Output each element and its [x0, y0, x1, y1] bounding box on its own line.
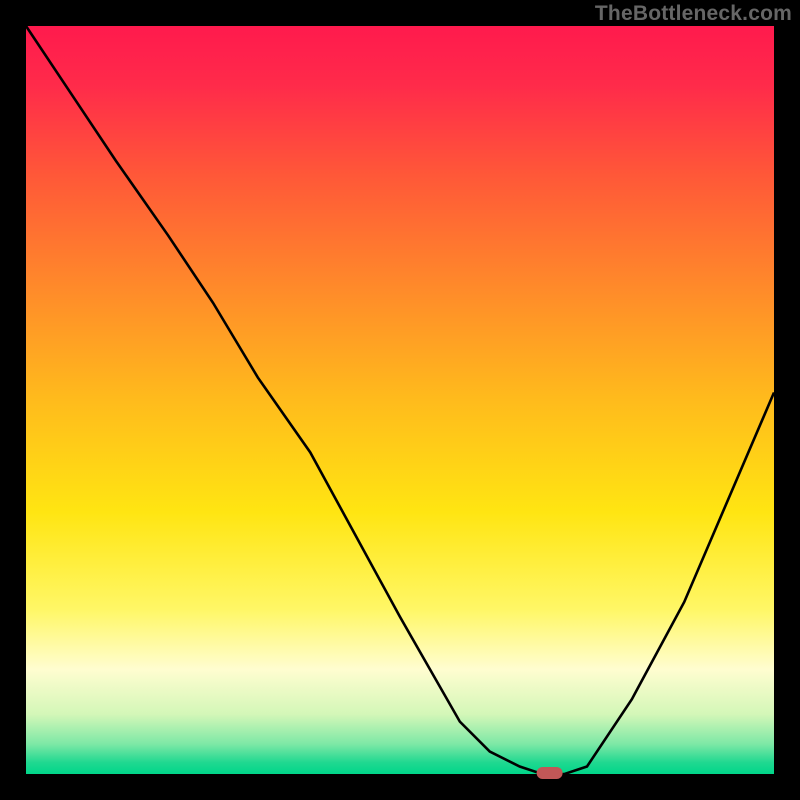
chart-frame: TheBottleneck.com: [0, 0, 800, 800]
gradient-background: [26, 26, 774, 774]
bottleneck-chart: [0, 0, 800, 800]
optimal-marker: [537, 767, 563, 779]
